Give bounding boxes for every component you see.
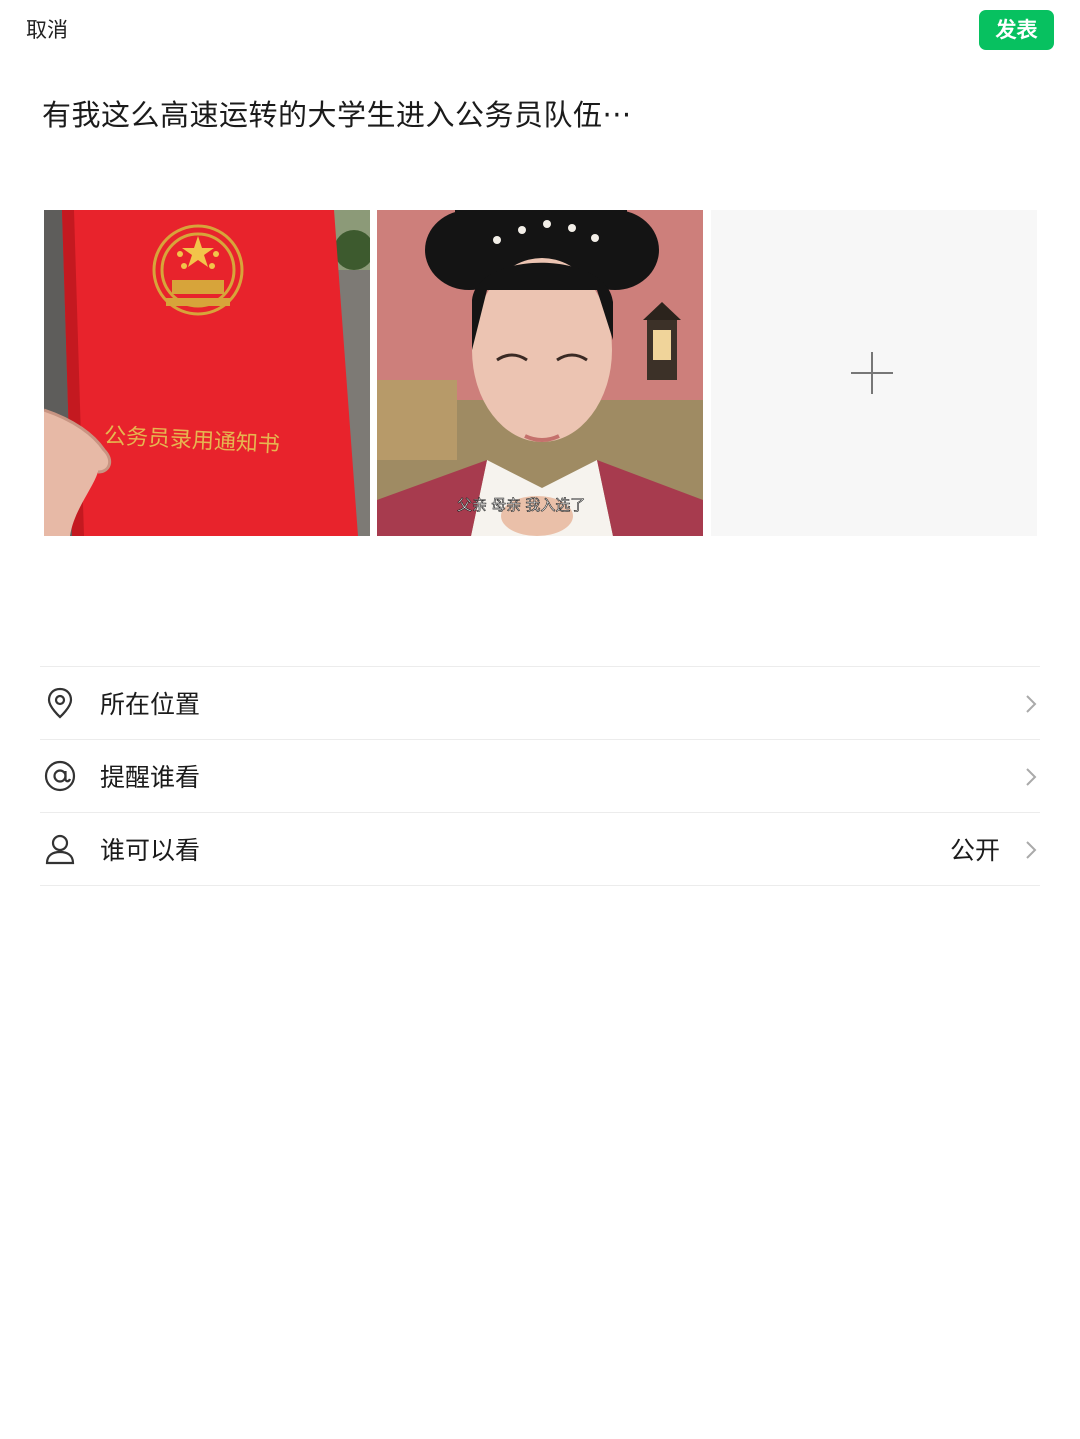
photo-thumbnail[interactable]: 父亲 母亲 我入选了 xyxy=(377,210,703,536)
photo-grid: 公务员录用通知书 父亲 母亲 我入选了 xyxy=(44,210,1038,536)
drama-still-photo: 父亲 母亲 我入选了 xyxy=(377,210,703,536)
option-label: 所在位置 xyxy=(100,690,201,719)
top-bar: 取消 发表 xyxy=(0,0,1080,60)
location-pin-icon xyxy=(47,687,73,719)
certificate-photo: 公务员录用通知书 xyxy=(44,210,370,536)
visibility-value: 公开 xyxy=(949,836,1000,865)
publish-button[interactable]: 发表 xyxy=(979,10,1054,50)
photo-thumbnail[interactable]: 公务员录用通知书 xyxy=(44,210,370,536)
option-label: 谁可以看 xyxy=(100,836,201,865)
option-label: 提醒谁看 xyxy=(100,763,201,792)
chevron-right-icon xyxy=(1026,768,1037,786)
chevron-right-icon xyxy=(1026,695,1037,713)
cancel-button[interactable]: 取消 xyxy=(26,14,68,44)
video-subtitle: 父亲 母亲 我入选了 xyxy=(457,497,585,514)
add-photo-button[interactable] xyxy=(711,210,1037,536)
option-visibility[interactable]: 谁可以看 公开 xyxy=(40,812,1040,886)
post-options-list: 所在位置 提醒谁看 谁可以看 公开 xyxy=(40,666,1040,886)
post-text-input[interactable]: 有我这么高速运转的大学生进入公务员队伍··· xyxy=(42,92,632,134)
option-location[interactable]: 所在位置 xyxy=(40,666,1040,739)
at-icon xyxy=(44,760,76,792)
chevron-right-icon xyxy=(1026,841,1037,859)
option-mention[interactable]: 提醒谁看 xyxy=(40,739,1040,812)
plus-icon xyxy=(851,352,893,394)
person-icon xyxy=(45,834,75,865)
